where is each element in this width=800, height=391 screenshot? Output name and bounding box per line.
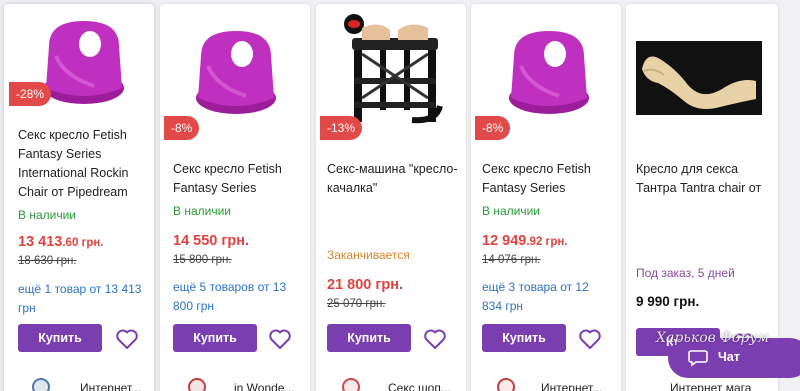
- old-price: 14 076 грн.: [482, 254, 541, 266]
- seller-name[interactable]: Интернет мага: [670, 381, 751, 391]
- price-main: 12 949: [482, 233, 527, 249]
- forum-watermark: Харьков Форум: [656, 330, 770, 346]
- seller-logo: [497, 378, 515, 391]
- seller-logo: [32, 378, 50, 391]
- stock-status: Под заказ, 5 дней: [636, 266, 735, 280]
- heart-icon[interactable]: [115, 328, 139, 350]
- discount-badge: -8%: [164, 116, 200, 140]
- product-card[interactable]: -8% Секс кресло Fetish Fantasy Series В …: [471, 4, 621, 391]
- heart-icon[interactable]: [578, 328, 602, 350]
- seller-name[interactable]: in Wonde...: [234, 381, 294, 391]
- product-card[interactable]: -28% Секс кресло Fetish Fantasy Series I…: [4, 4, 154, 391]
- price-cents: .92 грн.: [526, 236, 568, 248]
- seller-logo: [342, 378, 360, 391]
- old-price: 18 630 грн.: [18, 255, 77, 267]
- product-title[interactable]: Секс кресло Fetish Fantasy Series: [173, 160, 303, 198]
- buy-button[interactable]: Купить: [327, 324, 411, 352]
- product-price: 13 413.60 грн.: [18, 234, 104, 250]
- price-main: 13 413: [18, 234, 63, 250]
- product-image[interactable]: [186, 26, 286, 118]
- seller-name[interactable]: Интернет...: [541, 381, 602, 391]
- product-title[interactable]: Секс-машина "кресло-качалка": [327, 160, 461, 198]
- buy-button[interactable]: Купить: [482, 324, 566, 352]
- product-image[interactable]: [636, 41, 762, 115]
- stock-status: Заканчивается: [327, 248, 410, 262]
- buy-button[interactable]: Купить: [173, 324, 257, 352]
- buy-button[interactable]: Купить: [18, 324, 102, 352]
- old-price: 25 070 грн.: [327, 298, 386, 310]
- product-card[interactable]: -8% Секс кресло Fetish Fantasy Series В …: [160, 4, 310, 391]
- old-price: 15 800 грн.: [173, 254, 232, 266]
- heart-icon[interactable]: [423, 328, 447, 350]
- more-offers-link[interactable]: ещё 5 товаров от 13 800 грн: [173, 278, 303, 316]
- price-cents: .60 грн.: [62, 237, 104, 249]
- product-title[interactable]: Секс кресло Fetish Fantasy Series: [482, 160, 616, 198]
- more-offers-link[interactable]: ещё 3 товара от 12 834 грн: [482, 278, 612, 316]
- chat-bubble-icon: [688, 350, 708, 367]
- chat-label: Чат: [718, 350, 740, 364]
- discount-badge: -13%: [320, 116, 363, 140]
- product-title[interactable]: Секс кресло Fetish Fantasy Series Intern…: [18, 126, 148, 202]
- stock-status: В наличии: [482, 204, 541, 218]
- product-price: 9 990 грн.: [636, 294, 700, 309]
- stock-status: В наличии: [18, 208, 77, 222]
- stock-status: В наличии: [173, 204, 232, 218]
- discount-badge: -28%: [9, 82, 52, 106]
- heart-icon[interactable]: [268, 328, 292, 350]
- more-offers-link[interactable]: ещё 1 товар от 13 413 грн: [18, 280, 148, 318]
- product-price: 12 949.92 грн.: [482, 233, 568, 249]
- seller-name[interactable]: Секс шоп...: [388, 381, 451, 391]
- product-title[interactable]: Кресло для секса Тантра Tantra chair от: [636, 160, 772, 198]
- product-price: 21 800 грн.: [327, 277, 404, 293]
- discount-badge: -8%: [475, 116, 511, 140]
- product-image[interactable]: [499, 26, 599, 118]
- product-price: 14 550 грн.: [173, 233, 250, 249]
- seller-logo: [188, 378, 206, 391]
- product-card[interactable]: -13% Секс-машина "кресло-качалка" Заканч…: [316, 4, 466, 391]
- seller-name[interactable]: Интернет...: [80, 381, 141, 391]
